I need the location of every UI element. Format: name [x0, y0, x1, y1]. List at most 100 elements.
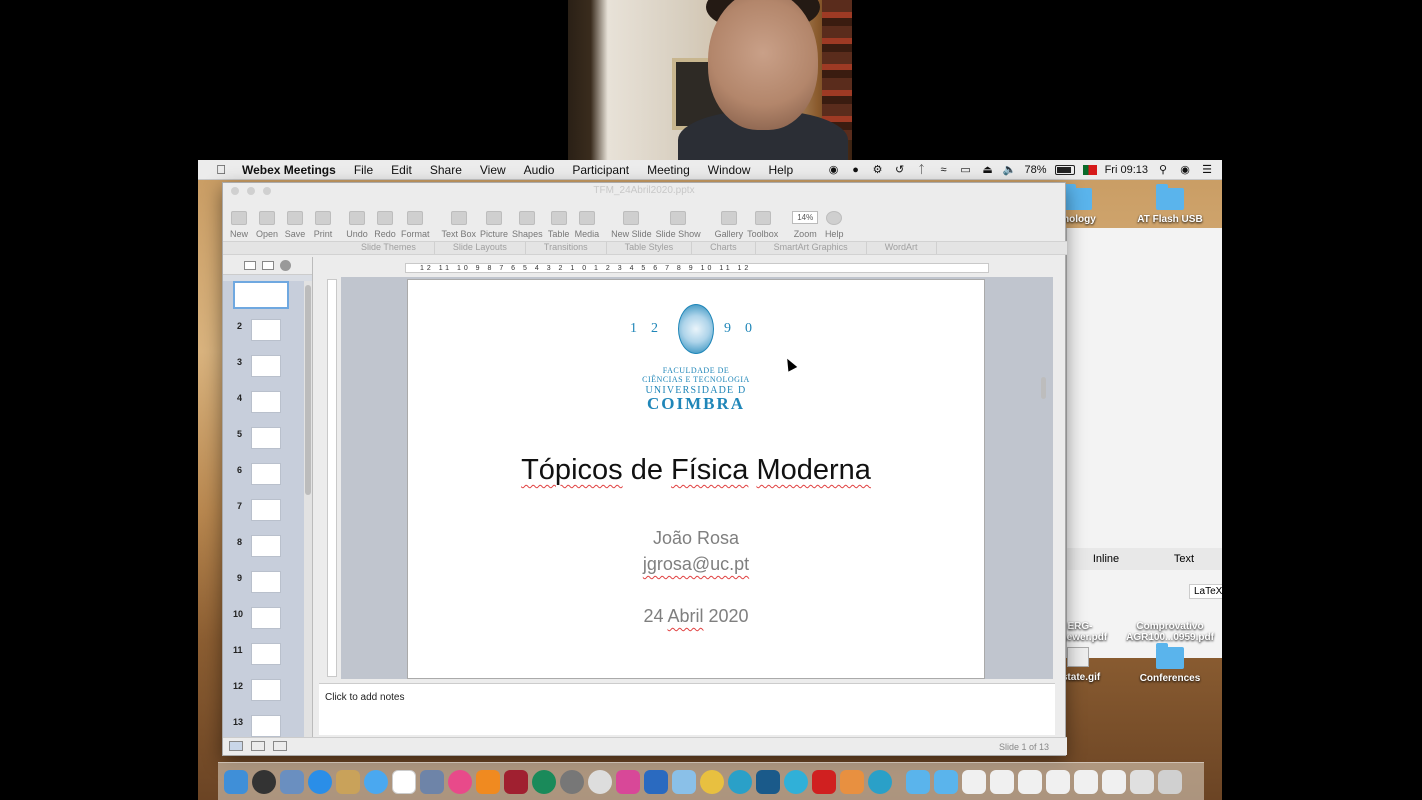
- app-icon[interactable]: [756, 769, 780, 794]
- gear-icon[interactable]: ⚙: [871, 163, 885, 177]
- safari-icon[interactable]: [308, 769, 332, 794]
- notification-center-icon[interactable]: ☰: [1200, 163, 1214, 177]
- slide-thumbnail[interactable]: 4: [223, 389, 305, 425]
- undo-button[interactable]: Undo: [345, 211, 369, 239]
- app-icon[interactable]: [784, 769, 808, 794]
- slide[interactable]: 1 2 9 0 FACULDADE DE CIÊNCIAS E TECNOLOG…: [407, 279, 985, 679]
- tab-slide-themes[interactable]: Slide Themes: [343, 242, 435, 254]
- document-icon[interactable]: [962, 769, 986, 794]
- system-preferences-icon[interactable]: [560, 769, 584, 794]
- webex-status-icon[interactable]: ◉: [827, 163, 841, 177]
- outline-view-icon[interactable]: [262, 261, 274, 270]
- app-icon[interactable]: [868, 769, 892, 794]
- menu-view[interactable]: View: [480, 163, 506, 177]
- battery-icon[interactable]: [1054, 165, 1075, 175]
- menu-participant[interactable]: Participant: [572, 163, 629, 177]
- new-button[interactable]: New: [227, 211, 251, 239]
- document-icon[interactable]: [1074, 769, 1098, 794]
- segment-text[interactable]: Text: [1145, 553, 1222, 565]
- slide-author[interactable]: João Rosa: [408, 528, 984, 549]
- photos-icon[interactable]: [700, 769, 724, 794]
- tab-charts[interactable]: Charts: [692, 242, 756, 254]
- presenter-view-icon[interactable]: [273, 741, 287, 751]
- slide-sorter-view-icon[interactable]: [251, 741, 265, 751]
- zoom-control[interactable]: 14% Zoom: [792, 211, 819, 239]
- webex-icon[interactable]: [728, 769, 752, 794]
- picture-button[interactable]: Picture: [480, 211, 508, 239]
- window-titlebar[interactable]: TFM_24Abril2020.pptx: [223, 183, 1065, 199]
- slide-thumbnail[interactable]: 13: [223, 713, 305, 737]
- spotlight-search-icon[interactable]: ⚲: [1156, 163, 1170, 177]
- slide-thumbnail[interactable]: 10: [223, 605, 305, 641]
- notes-pane[interactable]: Click to add notes: [319, 683, 1055, 735]
- contacts-icon[interactable]: [336, 769, 360, 794]
- document-icon[interactable]: [1102, 769, 1126, 794]
- slide-thumbnail[interactable]: 6: [223, 461, 305, 497]
- music-icon[interactable]: [448, 769, 472, 794]
- toolbox-button[interactable]: Toolbox: [747, 211, 778, 239]
- mail-icon[interactable]: [420, 769, 444, 794]
- folder-icon[interactable]: [906, 769, 930, 794]
- slide-title[interactable]: Tópicos de Física Moderna: [408, 454, 984, 487]
- desktop-folder-conferences[interactable]: Conferences: [1125, 643, 1215, 684]
- slide-date[interactable]: 24 Abril 2020: [408, 606, 984, 627]
- tab-transitions[interactable]: Transitions: [526, 242, 607, 254]
- slide-thumbnail[interactable]: 2: [223, 317, 305, 353]
- gallery-button[interactable]: Gallery: [715, 211, 743, 239]
- menu-share[interactable]: Share: [430, 163, 462, 177]
- preview-icon[interactable]: [280, 769, 304, 794]
- menu-help[interactable]: Help: [768, 163, 793, 177]
- input-source-flag-icon[interactable]: [1082, 165, 1097, 175]
- tab-wordart[interactable]: WordArt: [867, 242, 937, 254]
- scrollbar-thumb[interactable]: [1041, 377, 1046, 399]
- calendar-icon[interactable]: [392, 769, 416, 794]
- slide-thumbnail[interactable]: 5: [223, 425, 305, 461]
- eject-icon[interactable]: ⏏: [981, 163, 995, 177]
- books-icon[interactable]: [476, 769, 500, 794]
- shapes-button[interactable]: Shapes: [512, 211, 543, 239]
- document-icon[interactable]: [990, 769, 1014, 794]
- text-box-button[interactable]: Text Box: [442, 211, 476, 239]
- table-button[interactable]: Table: [547, 211, 571, 239]
- app-icon[interactable]: [672, 769, 696, 794]
- bluetooth-icon[interactable]: ᛏ: [915, 163, 929, 177]
- slide-show-button[interactable]: Slide Show: [656, 211, 701, 239]
- slides-view-icon[interactable]: [244, 261, 256, 270]
- volume-icon[interactable]: 🔈: [1003, 163, 1017, 177]
- launchpad-icon[interactable]: [252, 769, 276, 794]
- app-icon[interactable]: [616, 769, 640, 794]
- menu-audio[interactable]: Audio: [524, 163, 555, 177]
- trash-icon[interactable]: [1158, 769, 1182, 794]
- normal-view-icon[interactable]: [229, 741, 243, 751]
- desktop-folder-at-flash-usb[interactable]: AT Flash USB: [1125, 184, 1215, 225]
- horizontal-ruler[interactable]: 12 11 10 9 8 7 6 5 4 3 2 1 0 1 2 3 4 5 6…: [405, 263, 989, 273]
- time-machine-icon[interactable]: [532, 769, 556, 794]
- folder-icon[interactable]: [934, 769, 958, 794]
- menu-edit[interactable]: Edit: [391, 163, 412, 177]
- slide-thumbnail[interactable]: 3: [223, 353, 305, 389]
- slide-email[interactable]: jgrosa@uc.pt: [408, 554, 984, 575]
- save-button[interactable]: Save: [283, 211, 307, 239]
- menu-app-name[interactable]: Webex Meetings: [242, 163, 336, 177]
- siri-icon[interactable]: ◉: [1178, 163, 1192, 177]
- redo-button[interactable]: Redo: [373, 211, 397, 239]
- new-slide-button[interactable]: New Slide: [611, 211, 652, 239]
- format-button[interactable]: Format: [401, 211, 430, 239]
- time-machine-icon[interactable]: ↺: [893, 163, 907, 177]
- slide-thumbnail[interactable]: 11: [223, 641, 305, 677]
- app-icon[interactable]: [644, 769, 668, 794]
- desktop-file-comprovativo-pdf[interactable]: Comprovativo AGR100...0959.pdf: [1120, 610, 1220, 643]
- document-icon[interactable]: [1046, 769, 1070, 794]
- menu-file[interactable]: File: [354, 163, 373, 177]
- zoom-input[interactable]: 14%: [792, 211, 819, 224]
- print-button[interactable]: Print: [311, 211, 335, 239]
- slide-thumbnail[interactable]: 8: [223, 533, 305, 569]
- battery-percent[interactable]: 78%: [1025, 164, 1047, 176]
- slide-thumbnail[interactable]: 7: [223, 497, 305, 533]
- close-pane-icon[interactable]: [280, 260, 291, 271]
- latex-button[interactable]: LaTeX: [1189, 584, 1222, 599]
- scrollbar-thumb[interactable]: [305, 285, 311, 495]
- slide-thumbnail[interactable]: 12: [223, 677, 305, 713]
- media-button[interactable]: Media: [575, 211, 599, 239]
- clock[interactable]: Fri 09:13: [1105, 164, 1148, 176]
